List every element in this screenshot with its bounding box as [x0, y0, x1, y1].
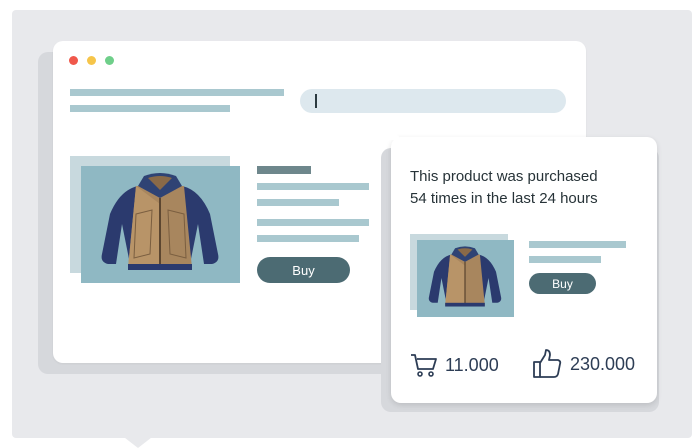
popup-message-line-1: This product was purchased — [410, 168, 598, 185]
maximize-dot[interactable] — [105, 56, 114, 65]
header-text-placeholder — [70, 89, 284, 96]
background-tail — [120, 434, 156, 448]
popup-pointer — [380, 118, 402, 140]
header-subtext-placeholder — [70, 105, 230, 112]
likes-stat: 230.000 — [532, 348, 635, 380]
product-detail-line-1 — [257, 183, 369, 190]
popup-message-line-2: 54 times in the last 24 hours — [410, 190, 598, 207]
purchases-stat: 11.000 — [410, 350, 499, 380]
minimize-dot[interactable] — [87, 56, 96, 65]
popup-detail-line-2 — [529, 256, 601, 263]
product-detail-line-2 — [257, 199, 339, 206]
popup-detail-line-1 — [529, 241, 626, 248]
product-image[interactable] — [81, 166, 240, 283]
cart-icon — [411, 354, 437, 377]
purchases-count: 11.000 — [445, 354, 499, 375]
likes-count: 230.000 — [570, 353, 636, 374]
popup-product-image[interactable] — [417, 240, 514, 317]
product-detail-line-3 — [257, 219, 369, 226]
search-input[interactable] — [300, 89, 566, 113]
popup-buy-button[interactable]: Buy — [529, 273, 596, 294]
jacket-icon — [428, 246, 502, 307]
thumbs-up-icon — [533, 349, 562, 378]
product-detail-line-4 — [257, 235, 359, 242]
popup-message: This product was purchased 54 times in t… — [410, 166, 640, 210]
text-cursor — [315, 94, 317, 108]
product-title-placeholder — [257, 166, 311, 174]
buy-button[interactable]: Buy — [257, 257, 350, 283]
jacket-icon — [101, 173, 219, 270]
close-dot[interactable] — [69, 56, 78, 65]
